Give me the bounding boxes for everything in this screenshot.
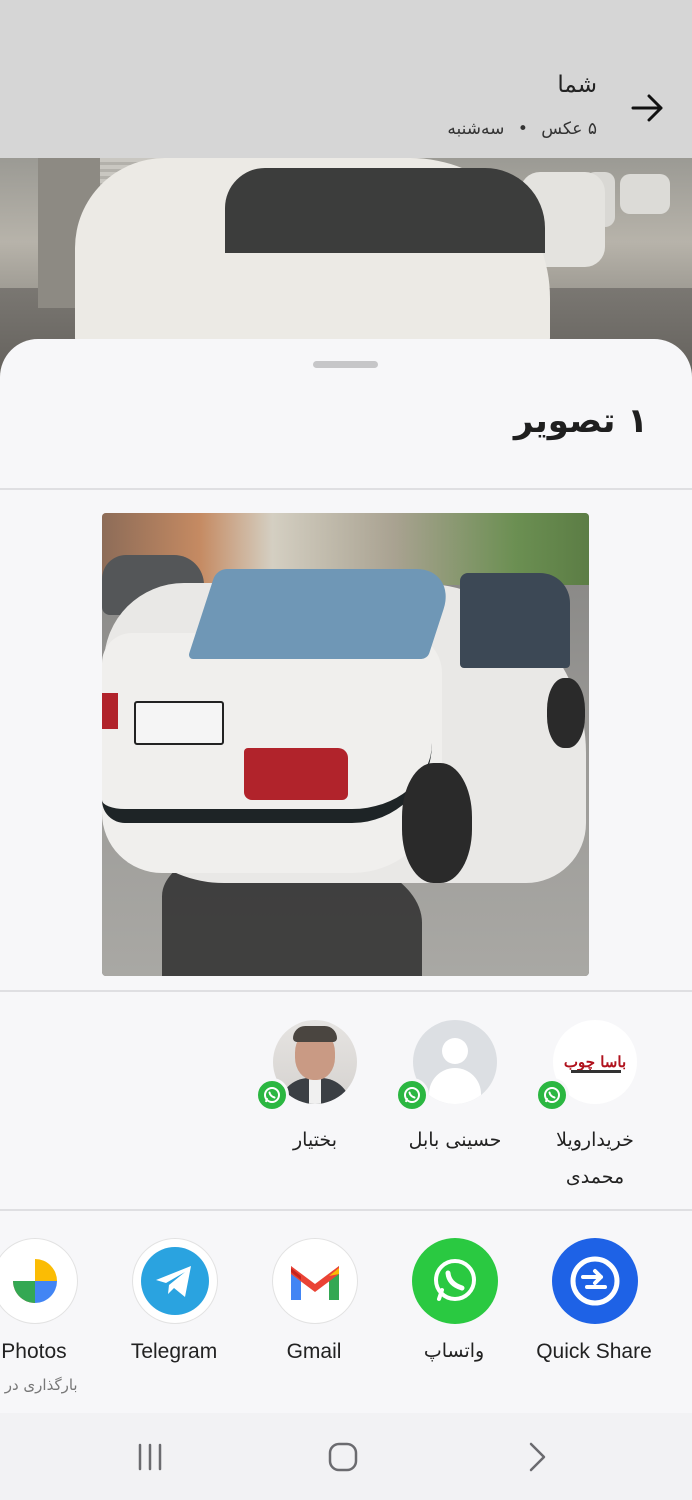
share-sheet: ۱ تصویر باسا چوب خریدارویلا محمدی حسینی …: [0, 339, 692, 1413]
app-label: واتساپ: [423, 1340, 485, 1362]
photo-car-windshield: [225, 168, 545, 253]
photo-count: ۵ عکس: [541, 119, 597, 139]
whatsapp-badge-icon: [395, 1078, 429, 1112]
preview-tail-light: [244, 748, 348, 800]
recents-button[interactable]: [120, 1437, 180, 1477]
album-day: سه‌شنبه: [447, 119, 505, 139]
avatar-hair: [293, 1026, 337, 1042]
preview-side-window: [460, 573, 570, 668]
app-whatsapp[interactable]: واتساپ: [384, 1238, 524, 1373]
app-quick-share[interactable]: Quick Share: [524, 1238, 664, 1373]
contact-name: حسینی بابل: [408, 1129, 502, 1151]
nav-back-button[interactable]: [507, 1437, 567, 1477]
photo-car-main: [75, 158, 550, 358]
album-subtitle: ۵ عکس • سه‌شنبه: [447, 119, 597, 139]
app-label: Telegram: [130, 1340, 218, 1363]
divider: [0, 1209, 692, 1211]
logo-underline: [571, 1070, 621, 1073]
app-gmail[interactable]: Gmail: [244, 1238, 384, 1373]
photo-car-far: [620, 174, 670, 214]
contact-name: بختیار: [293, 1129, 337, 1151]
google-photos-icon: [0, 1238, 78, 1324]
home-icon: [328, 1442, 358, 1472]
separator-dot: •: [517, 119, 528, 139]
divider: [0, 488, 692, 490]
contact-item[interactable]: بختیار: [245, 1020, 385, 1151]
generic-avatar-body: [429, 1068, 481, 1104]
back-arrow-button[interactable]: [626, 86, 670, 130]
gmail-icon: [272, 1238, 358, 1324]
preview-license-plate: [134, 701, 224, 745]
preview-wheel: [402, 763, 472, 883]
app-google-photos[interactable]: Photos بارگذاری در ..: [0, 1238, 104, 1398]
contact-item[interactable]: حسینی بابل: [385, 1020, 525, 1151]
app-telegram[interactable]: Telegram: [104, 1238, 244, 1373]
app-label: Photos: [1, 1340, 67, 1363]
telegram-icon: [132, 1238, 218, 1324]
drag-handle[interactable]: [313, 361, 378, 368]
whatsapp-icon: [412, 1238, 498, 1324]
whatsapp-badge-icon: [535, 1078, 569, 1112]
contact-name: خریدارویلا محمدی: [556, 1129, 634, 1188]
divider: [0, 990, 692, 992]
home-button[interactable]: [313, 1437, 373, 1477]
album-title: شما: [557, 72, 597, 98]
preview-tail-light-left: [102, 693, 118, 729]
generic-avatar-head: [442, 1038, 468, 1064]
contact-logo-icon: باسا چوب: [563, 1053, 627, 1071]
system-nav-bar: [0, 1413, 692, 1500]
app-bar: شما ۵ عکس • سه‌شنبه: [0, 0, 692, 158]
quick-share-icon: [552, 1238, 638, 1324]
app-label: Quick Share: [536, 1340, 652, 1363]
shared-image-preview: [102, 513, 589, 976]
app-sublabel: بارگذاری در ..: [0, 1376, 78, 1394]
share-title: ۱ تصویر: [513, 401, 648, 441]
arrow-right-icon: [631, 94, 663, 122]
chevron-right-icon: [529, 1442, 546, 1472]
avatar-shirt: [309, 1078, 321, 1104]
contact-item[interactable]: باسا چوب خریدارویلا محمدی: [525, 1020, 665, 1188]
preview-wheel: [547, 678, 585, 748]
recents-icon: [138, 1443, 162, 1471]
preview-rear-window: [187, 569, 457, 659]
whatsapp-badge-icon: [255, 1078, 289, 1112]
app-label: Gmail: [286, 1340, 342, 1363]
